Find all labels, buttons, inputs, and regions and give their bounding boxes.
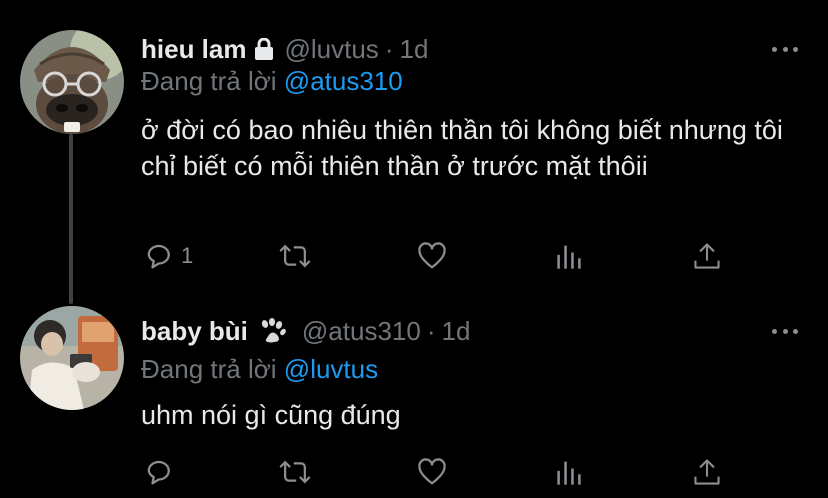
- retweet-icon: [279, 460, 311, 484]
- paw-icon: [258, 318, 286, 344]
- tweet-text: ở đời có bao nhiêu thiên thần tôi không …: [141, 115, 783, 181]
- timestamp[interactable]: 1d: [399, 34, 428, 65]
- user-handle[interactable]: @luvtus: [284, 34, 378, 65]
- action-bar: [141, 454, 741, 490]
- avatar[interactable]: [20, 306, 124, 410]
- reply-icon: [147, 460, 170, 485]
- more-options-button[interactable]: [772, 44, 798, 54]
- reply-count: 1: [181, 243, 194, 268]
- tweet-header: hieu lam @luvtus · 1d: [141, 32, 428, 66]
- retweet-button[interactable]: [279, 238, 311, 274]
- separator: ·: [426, 315, 436, 346]
- lock-icon: [254, 38, 274, 60]
- dot-icon: [793, 46, 798, 52]
- tweet-header: baby bùi @atus310 · 1d: [141, 314, 470, 348]
- tweet-text: uhm nói gì cũng đúng: [141, 400, 401, 430]
- replying-to: Đang trả lời @atus310: [141, 66, 403, 97]
- separator: ·: [384, 33, 394, 64]
- display-name[interactable]: hieu lam: [141, 34, 246, 65]
- avatar[interactable]: [20, 30, 124, 134]
- dot-icon: [772, 46, 777, 52]
- user-handle[interactable]: @atus310: [302, 316, 421, 347]
- timestamp[interactable]: 1d: [442, 316, 471, 347]
- replying-to: Đang trả lời @luvtus: [141, 354, 378, 385]
- heart-icon: [418, 242, 446, 269]
- share-icon: [694, 459, 720, 485]
- display-name[interactable]: baby bùi: [141, 316, 248, 347]
- share-icon: [694, 243, 720, 269]
- heart-icon: [418, 458, 446, 485]
- reply-mention-link[interactable]: @luvtus: [284, 354, 378, 384]
- reply-prefix: Đang trả lời: [141, 66, 277, 96]
- like-button[interactable]: [417, 238, 447, 274]
- share-button[interactable]: [693, 454, 721, 490]
- share-button[interactable]: [693, 238, 721, 274]
- analytics-button[interactable]: [555, 454, 583, 490]
- reply-mention-link[interactable]: @atus310: [284, 66, 403, 96]
- retweet-button[interactable]: [279, 454, 311, 490]
- reply-button[interactable]: [145, 454, 181, 490]
- tweet[interactable]: baby bùi @atus310 · 1d Đang trả lời @luv…: [0, 304, 828, 498]
- tweet[interactable]: hieu lam @luvtus · 1d Đang trả lời @atus…: [0, 0, 828, 304]
- dot-icon: [793, 328, 798, 334]
- action-bar: 1: [141, 238, 741, 274]
- dot-icon: [782, 46, 788, 52]
- thread-line: [69, 134, 73, 304]
- analytics-icon: [557, 245, 581, 269]
- dot-icon: [772, 328, 777, 334]
- analytics-button[interactable]: [555, 238, 583, 274]
- analytics-icon: [557, 461, 581, 485]
- reply-button[interactable]: 1: [145, 238, 193, 274]
- retweet-icon: [279, 244, 311, 268]
- like-button[interactable]: [417, 454, 447, 490]
- reply-icon: [147, 244, 170, 269]
- reply-prefix: Đang trả lời: [141, 354, 277, 384]
- more-options-button[interactable]: [772, 326, 798, 336]
- dot-icon: [782, 328, 788, 334]
